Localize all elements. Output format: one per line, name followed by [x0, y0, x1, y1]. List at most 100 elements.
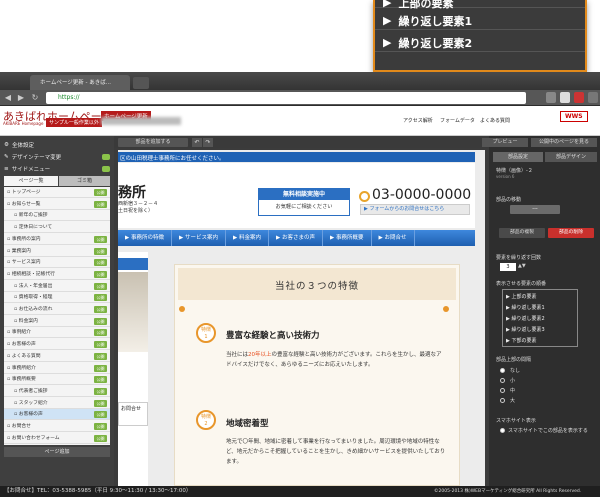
redo-icon[interactable]: ↷ [203, 138, 213, 147]
page-list-item[interactable]: ▫ お問い合わせフォーム 公開 [4, 433, 110, 444]
logo-subtitle: AKIBARE Homepage [3, 121, 44, 126]
sp-option-label: スマホサイトでこの部品を表示する [508, 428, 588, 434]
page-list-item[interactable]: ▫ 相続相談・記帳代行 公開 [4, 269, 110, 280]
side-column: お問合せ [118, 252, 148, 486]
url-bar[interactable]: https:// [46, 92, 526, 104]
side-inquiry[interactable]: お問合せ [118, 402, 148, 426]
page-list-item[interactable]: ▫ 事務所の案内 公開 [4, 234, 110, 245]
callout-label: 繰り返し要素2 [398, 36, 473, 50]
page-list-item[interactable]: ▫ お仕込みの流れ 公開 [4, 304, 110, 315]
repeat-count-input[interactable]: 3 [500, 263, 516, 271]
menu-icon[interactable] [588, 92, 598, 103]
browser-tab[interactable]: ホームページ更新 - あきば... [30, 75, 130, 90]
radio-large[interactable] [500, 398, 505, 403]
sidebar-item-design[interactable]: ✎ デザインテーマ変更 [4, 151, 110, 162]
toggle[interactable] [102, 165, 110, 172]
radio-label: 小 [510, 378, 516, 384]
order-item[interactable]: ▶ 下部の要素 [506, 337, 536, 344]
phone-icon [359, 191, 370, 202]
page-list-item[interactable]: ▫ 事務所紹介 公開 [4, 363, 110, 374]
page-list-item[interactable]: ▫ 事務所概要 公開 [4, 374, 110, 386]
contact-form-button[interactable]: ▶ フォームからのお問合せはこちら [360, 204, 470, 215]
page-list-item[interactable]: ▫ サービス案内 公開 [4, 257, 110, 269]
nav-item[interactable]: ▶ サービス案内 [172, 230, 226, 246]
order-item[interactable]: ▶ 繰り返し要素2 [506, 315, 545, 322]
url-text: https:// [58, 94, 80, 101]
page-list-item[interactable]: ▫ スタッフ紹介 公開 [4, 398, 110, 409]
add-page-button[interactable]: ページ追加 [4, 447, 110, 457]
feature-text: 当社には20年以上の豊富な経験と高い技術力がございます。これらを生かし、最適なア… [226, 350, 446, 370]
preview-button[interactable]: プレビュー [482, 138, 528, 147]
tab-part-design[interactable]: 部品デザイン [545, 152, 597, 162]
access-analysis-link[interactable]: アクセス解析 [403, 117, 433, 124]
page-list-item[interactable]: ▫ お知らせ一覧 公開 [4, 199, 110, 210]
status-badge: 公開 [94, 247, 107, 255]
feature-badge-label: 特徴 [200, 327, 211, 333]
status-badge: 公開 [94, 364, 107, 372]
page-list-item[interactable]: ▫ 法人・年金届出 公開 [4, 281, 110, 292]
nav-label: お客さまの声 [281, 235, 315, 241]
page-list-item[interactable]: ▫ 代表者ご挨拶 公開 [4, 386, 110, 397]
page-list-item[interactable]: ▫ トップページ 公開 [4, 187, 110, 198]
order-label: 表示させる要素の順番 [496, 281, 547, 287]
toggle[interactable] [102, 153, 110, 160]
status-badge: 公開 [94, 376, 107, 384]
nav-item[interactable]: ▶ 事務所の特徴 [118, 230, 172, 246]
new-tab-button[interactable] [133, 77, 149, 89]
sidebar-item-menu[interactable]: ≡ サイドメニュー [4, 163, 110, 174]
page-list-item[interactable]: ▫ 事例紹介 公開 [4, 327, 110, 339]
delete-button[interactable]: 部品の削除 [548, 228, 594, 238]
nav-label: 事務所の特徴 [130, 235, 164, 241]
page-list-item[interactable]: ▫ 資格取得・経理 公開 [4, 292, 110, 304]
callout-item: ▶ 繰り返し要素2 [375, 30, 585, 52]
page-list-item[interactable]: ▫ 定休日について [4, 222, 110, 234]
form-data-link[interactable]: フォームデータ [440, 117, 475, 124]
page-list-item[interactable]: ▫ 料金案内 公開 [4, 316, 110, 327]
reload-icon[interactable]: ↻ [30, 93, 40, 103]
nav-item[interactable]: ▶ 事務所概要 [323, 230, 372, 246]
page-list-item[interactable]: ▫ お客様の声 公開 [4, 409, 110, 421]
extension-icon[interactable] [574, 92, 584, 103]
nav-item[interactable]: ▶ 料金案内 [226, 230, 269, 246]
tab-page-list[interactable]: ページ一覧 [4, 176, 58, 186]
order-item-label: 上部の要素 [511, 294, 537, 300]
tab-trash[interactable]: ゴミ箱 [59, 176, 110, 186]
radio-small[interactable] [500, 378, 505, 383]
page-list-item[interactable]: ▫ よくある質問 公開 [4, 351, 110, 362]
sidebar-item-settings[interactable]: ⚙ 全体設定 [4, 139, 110, 150]
nav-item[interactable]: ▶ お問合せ [372, 230, 415, 246]
page-list-item[interactable]: ▫ 新年のご挨拶 [4, 210, 110, 222]
forward-icon[interactable]: ▶ [16, 93, 26, 103]
feature-heading: 地域密着型 [226, 419, 269, 429]
page-list-item[interactable]: ▫ お客様の声 公開 [4, 339, 110, 351]
extension-icon[interactable] [546, 92, 556, 103]
page-list-label: 事務所の案内 [11, 236, 41, 242]
add-part-button[interactable]: 部品を追加する [118, 138, 188, 147]
faq-link[interactable]: よくある質問 [480, 117, 510, 124]
status-badge: 公開 [94, 317, 107, 325]
order-item[interactable]: ▶ 繰り返し要素3 [506, 326, 545, 333]
nav-item[interactable]: ▶ お客さまの声 [269, 230, 323, 246]
duplicate-button[interactable]: 部品の複製 [499, 228, 545, 238]
stepper-icon[interactable]: ▲▼ [518, 263, 526, 269]
callout-label: 上部の要素 [398, 0, 454, 10]
page-list-item[interactable]: ▫ 業務案内 公開 [4, 246, 110, 257]
back-icon[interactable]: ◀ [3, 93, 13, 103]
move-select[interactable]: --- [510, 205, 560, 214]
status-badge: 公開 [94, 189, 107, 196]
order-item[interactable]: ▶ 上部の要素 [506, 293, 536, 300]
site-name-blurred [101, 117, 181, 125]
undo-icon[interactable]: ↶ [192, 138, 202, 147]
page-list-item[interactable]: ▫ お問合せ 公開 [4, 421, 110, 432]
page-list-label: 相続相談・記帳代行 [11, 271, 55, 277]
extension-icon[interactable] [560, 92, 570, 103]
brand-logo: WWS [560, 111, 588, 122]
sp-display-radio[interactable] [500, 428, 505, 433]
consult-text: お気軽にご相談ください [275, 204, 333, 210]
radio-none[interactable] [500, 368, 505, 373]
radio-medium[interactable] [500, 388, 505, 393]
tab-part-settings[interactable]: 部品設定 [493, 152, 543, 162]
side-banner [118, 258, 148, 270]
view-published-button[interactable]: 公開中のページを見る [531, 138, 597, 147]
order-item[interactable]: ▶ 繰り返し要素1 [506, 304, 545, 311]
